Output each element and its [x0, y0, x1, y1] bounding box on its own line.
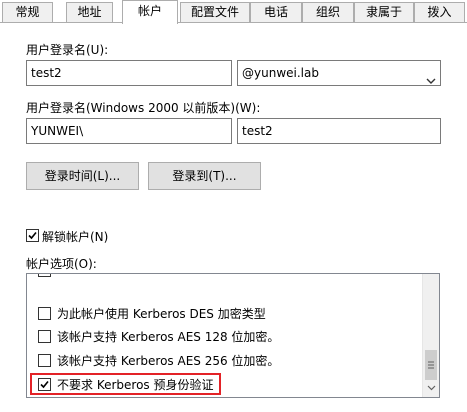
tab-organization[interactable]: 组织	[302, 2, 354, 22]
logon-name-input[interactable]: test2	[26, 60, 232, 86]
tab-strip: 常规 地址 帐户 配置文件 电话 组织 隶属于 拨入	[0, 0, 467, 24]
domain-suffix-select[interactable]: @yunwei.lab	[237, 60, 441, 86]
logon-name-label: 用户登录名(U):	[26, 43, 109, 57]
domain-suffix-value: @yunwei.lab	[242, 66, 319, 80]
logon-to-button[interactable]: 登录到(T)...	[148, 162, 261, 190]
unlock-account-label: 解锁帐户(N)	[42, 230, 109, 244]
tab-label: 电话	[263, 5, 288, 19]
tab-profile[interactable]: 配置文件	[180, 2, 250, 22]
grip-lines-icon	[428, 361, 434, 369]
list-item[interactable]: 该帐户支持 Kerberos AES 128 位加密。	[27, 326, 423, 348]
account-options-label: 帐户选项(O):	[26, 257, 97, 271]
tab-label: 配置文件	[190, 5, 239, 19]
options-scrollbar[interactable]	[422, 274, 439, 397]
tab-label: 地址	[77, 5, 102, 19]
tab-member-of[interactable]: 隶属于	[354, 2, 414, 22]
tab-label: 帐户	[137, 4, 162, 18]
tab-general[interactable]: 常规	[2, 2, 53, 22]
tab-label: 拨入	[427, 5, 452, 19]
option-checkbox[interactable]	[38, 354, 51, 367]
tab-telephones[interactable]: 电话	[250, 2, 302, 22]
highlight-annotation	[30, 373, 221, 395]
option-checkbox[interactable]	[38, 330, 51, 343]
option-checkbox[interactable]	[38, 307, 51, 320]
tab-label: 组织	[315, 5, 340, 19]
option-label: 为此帐户使用 Kerberos DES 加密类型	[57, 307, 266, 321]
pre2000-logon-label: 用户登录名(Windows 2000 以前版本)(W):	[26, 101, 261, 115]
checkmark-icon	[28, 231, 37, 240]
scroll-thumb[interactable]	[425, 350, 437, 380]
tab-label: 隶属于	[365, 5, 402, 19]
tab-address[interactable]: 地址	[66, 2, 113, 22]
list-item[interactable]: 为此帐户使用 Kerberos DES 加密类型	[27, 303, 423, 325]
pre2000-domain-input[interactable]: YUNWEI\	[26, 118, 232, 144]
scroll-down-icon[interactable]	[427, 380, 436, 394]
chevron-down-icon	[426, 69, 436, 84]
tab-dial-in[interactable]: 拨入	[414, 2, 465, 22]
partial-checkbox	[38, 274, 51, 277]
option-label: 该帐户支持 Kerberos AES 256 位加密。	[57, 354, 280, 368]
unlock-account-checkbox[interactable]	[26, 229, 39, 242]
pre2000-logon-input[interactable]: test2	[237, 118, 441, 144]
list-item[interactable]: 该帐户支持 Kerberos AES 256 位加密。	[27, 350, 423, 372]
tab-account[interactable]: 帐户	[122, 0, 178, 24]
tab-label: 常规	[15, 5, 40, 19]
option-label: 该帐户支持 Kerberos AES 128 位加密。	[57, 330, 280, 344]
logon-hours-button[interactable]: 登录时间(L)...	[26, 162, 139, 190]
